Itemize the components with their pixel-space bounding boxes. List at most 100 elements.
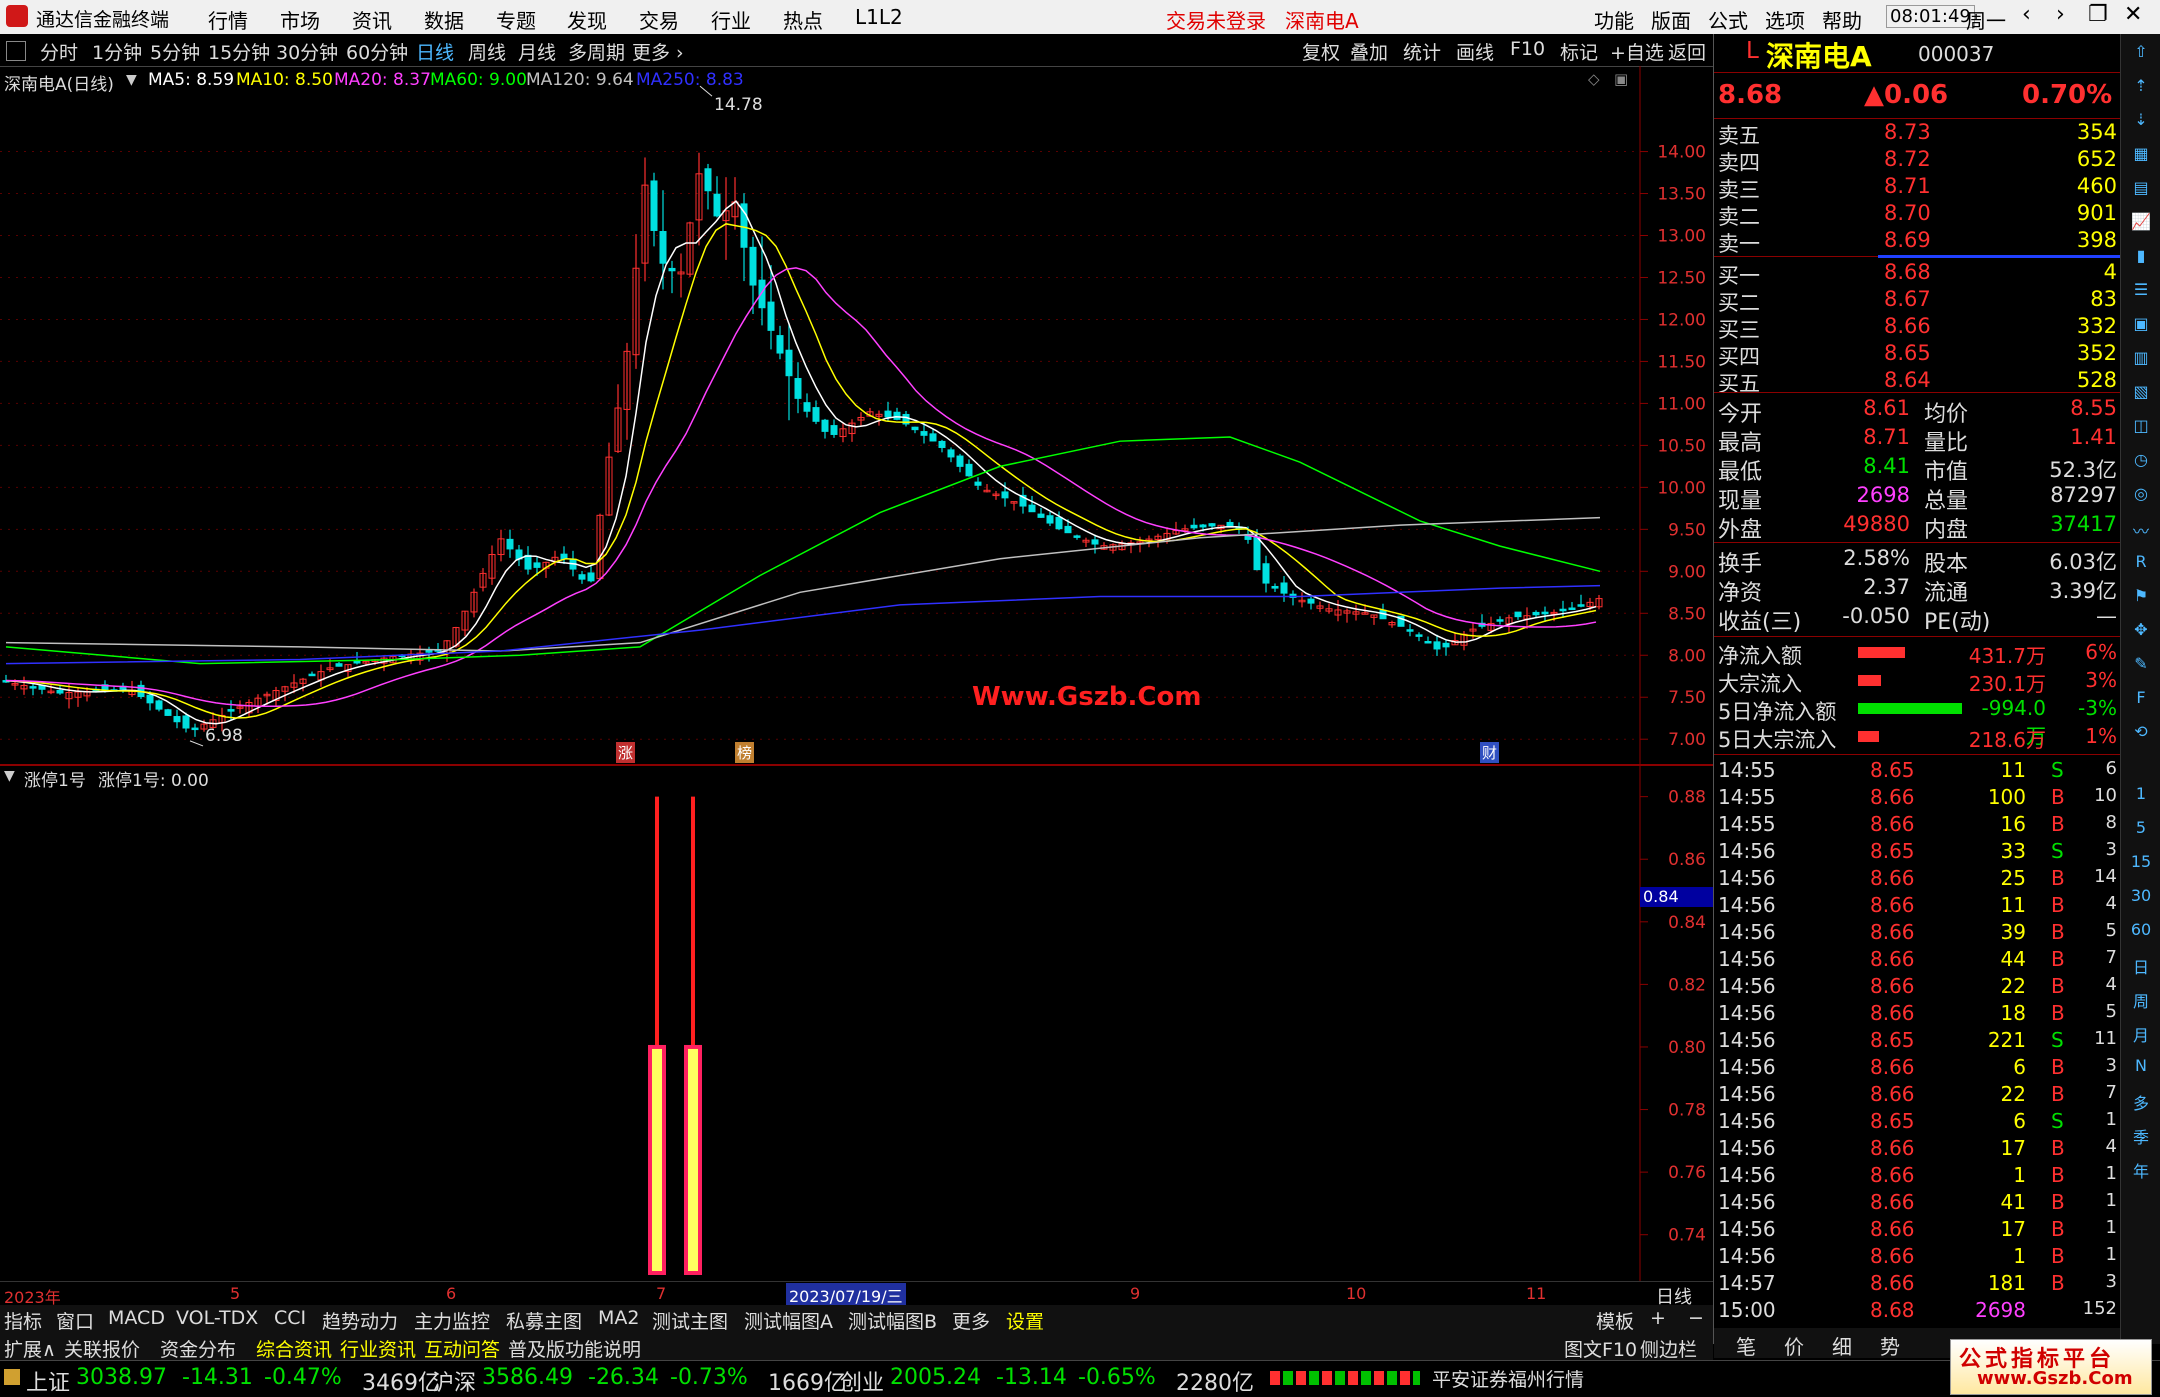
indicator-tab-9[interactable]: 测试主图 bbox=[652, 1307, 728, 1334]
menu-discover[interactable]: 发现 bbox=[567, 5, 607, 34]
extension-tab-0[interactable]: 扩展∧ bbox=[4, 1335, 56, 1362]
compass-icon[interactable]: ◎ bbox=[2129, 484, 2153, 508]
period-30min[interactable]: 30分钟 bbox=[276, 38, 338, 65]
menu-news[interactable]: 资讯 bbox=[352, 5, 392, 34]
grid-icon[interactable]: ▦ bbox=[2129, 144, 2153, 168]
extension-tab-3[interactable]: 综合资讯 bbox=[256, 1335, 332, 1362]
fs-icon[interactable]: F bbox=[2129, 688, 2153, 712]
side-period-1[interactable]: 5 bbox=[2121, 818, 2160, 837]
side-period-7[interactable]: 月 bbox=[2121, 1022, 2160, 1046]
cube-icon[interactable]: ◫ bbox=[2129, 416, 2153, 440]
side-period-3[interactable]: 30 bbox=[2121, 886, 2160, 905]
mark-button[interactable]: 标记 bbox=[1560, 38, 1598, 65]
page-icon[interactable]: ▧ bbox=[2129, 382, 2153, 406]
indicator-tab-6[interactable]: 主力监控 bbox=[414, 1307, 490, 1334]
limit-up-marker[interactable]: 涨 bbox=[616, 742, 636, 763]
arrow-down-icon[interactable]: ⇣ bbox=[2129, 110, 2153, 134]
indicator-tab-11[interactable]: 测试幅图B bbox=[848, 1307, 937, 1334]
indicator-tab-5[interactable]: 趋势动力 bbox=[322, 1307, 398, 1334]
draw-button[interactable]: 画线 bbox=[1456, 38, 1494, 65]
side-period-10[interactable]: 季 bbox=[2121, 1124, 2160, 1148]
menu-hot[interactable]: 热点 bbox=[783, 5, 823, 34]
indicator-tab-8[interactable]: MA2 bbox=[598, 1307, 639, 1329]
menu-layout[interactable]: 版面 bbox=[1651, 5, 1691, 34]
history-icon[interactable]: ⟲ bbox=[2129, 722, 2153, 746]
menu-function[interactable]: 功能 bbox=[1594, 5, 1634, 34]
period-more[interactable]: 更多 › bbox=[632, 38, 684, 65]
close-icon[interactable]: ✕ bbox=[2124, 2, 2142, 27]
side-period-8[interactable]: N bbox=[2121, 1056, 2160, 1075]
remove-tab-button[interactable]: − bbox=[1688, 1307, 1704, 1329]
kline-chart[interactable]: 14.00 13.50 13.00 12.50 12.00 11.50 11.00 10.50… bbox=[0, 66, 1713, 766]
side-period-5[interactable]: 日 bbox=[2121, 954, 2160, 978]
graphic-f10-button[interactable]: 图文F10 bbox=[1564, 1335, 1637, 1362]
period-weekly[interactable]: 周线 bbox=[468, 38, 506, 65]
status-icon[interactable] bbox=[4, 1369, 20, 1385]
overlay-button[interactable]: 叠加 bbox=[1350, 38, 1388, 65]
wave-icon[interactable]: 〰 bbox=[2129, 518, 2153, 542]
period-15min[interactable]: 15分钟 bbox=[208, 38, 270, 65]
side-period-4[interactable]: 60 bbox=[2121, 920, 2160, 939]
clock-icon[interactable]: ◷ bbox=[2129, 450, 2153, 474]
panel-toggle-icon[interactable] bbox=[6, 41, 26, 61]
side-period-6[interactable]: 周 bbox=[2121, 988, 2160, 1012]
flag-icon[interactable]: ⚑ bbox=[2129, 586, 2153, 610]
menu-market-quotes[interactable]: 行情 bbox=[208, 5, 248, 34]
pencil-icon[interactable]: ✎ bbox=[2129, 654, 2153, 678]
return-button[interactable]: 返回 bbox=[1668, 38, 1706, 65]
add-tab-button[interactable]: + bbox=[1650, 1307, 1666, 1329]
add-favorite-button[interactable]: +自选 bbox=[1610, 38, 1664, 65]
period-intraday[interactable]: 分时 bbox=[40, 38, 78, 65]
quote-tab-2[interactable]: 细 bbox=[1832, 1331, 1852, 1360]
move-icon[interactable]: ✥ bbox=[2129, 620, 2153, 644]
restore-icon[interactable]: ❐ bbox=[2088, 2, 2108, 27]
period-daily[interactable]: 日线 bbox=[416, 38, 454, 65]
statistics-button[interactable]: 统计 bbox=[1403, 38, 1441, 65]
indicator-tab-0[interactable]: 指标 bbox=[4, 1307, 42, 1334]
indicator-tab-4[interactable]: CCI bbox=[274, 1307, 306, 1329]
table-icon[interactable]: ▤ bbox=[2129, 178, 2153, 202]
candle-icon[interactable]: ▮ bbox=[2129, 246, 2153, 270]
diamond-icon[interactable]: ◇ bbox=[1588, 70, 1600, 88]
f10-button[interactable]: F10 bbox=[1510, 38, 1545, 60]
period-1min[interactable]: 1分钟 bbox=[92, 38, 142, 65]
quote-tab-3[interactable]: 势 bbox=[1880, 1331, 1900, 1360]
menu-help[interactable]: 帮助 bbox=[1822, 5, 1862, 34]
indicator-tab-7[interactable]: 私募主图 bbox=[506, 1307, 582, 1334]
indicator-tab-12[interactable]: 更多 bbox=[952, 1307, 990, 1334]
indicator-tab-13[interactable]: 设置 bbox=[1006, 1307, 1044, 1334]
extension-tab-5[interactable]: 互动问答 bbox=[424, 1335, 500, 1362]
rsi-icon[interactable]: R bbox=[2129, 552, 2153, 576]
arrow-up-icon[interactable]: ⇧ bbox=[2129, 42, 2153, 66]
login-status[interactable]: 交易未登录 bbox=[1166, 5, 1266, 34]
fin-icon[interactable]: ▣ bbox=[2129, 314, 2153, 338]
quote-tab-1[interactable]: 价 bbox=[1784, 1331, 1804, 1360]
indicator-tab-3[interactable]: VOL-TDX bbox=[176, 1307, 258, 1329]
side-period-11[interactable]: 年 bbox=[2121, 1158, 2160, 1182]
ranking-marker[interactable]: 榜 bbox=[735, 742, 755, 763]
template-button[interactable]: 模板 bbox=[1596, 1307, 1634, 1334]
menu-topics[interactable]: 专题 bbox=[496, 5, 536, 34]
period-multi[interactable]: 多周期 bbox=[568, 38, 625, 65]
quote-tab-0[interactable]: 笔 bbox=[1736, 1331, 1756, 1360]
back-icon[interactable]: ‹ bbox=[2022, 2, 2031, 27]
menu-options[interactable]: 选项 bbox=[1765, 5, 1805, 34]
tick-list[interactable]: 14:55 8.65 11 S 6 14:55 8.66 100 B 10 14:55 8.66 16 B… bbox=[1714, 754, 2121, 1322]
menu-formula[interactable]: 公式 bbox=[1708, 5, 1748, 34]
extension-tab-1[interactable]: 关联报价 bbox=[64, 1335, 140, 1362]
period-monthly[interactable]: 月线 bbox=[518, 38, 556, 65]
menu-l1l2[interactable]: L1L2 bbox=[855, 5, 903, 29]
period-60min[interactable]: 60分钟 bbox=[346, 38, 408, 65]
indicator-tab-1[interactable]: 窗口 bbox=[56, 1307, 94, 1334]
maximize-icon[interactable]: ▣ bbox=[1614, 70, 1628, 88]
menu-trade[interactable]: 交易 bbox=[639, 5, 679, 34]
indicator-chart[interactable]: 0.88 0.86 0.84 0.82 0.80 0.78 0.76 0.74 bbox=[0, 766, 1713, 1281]
list-icon[interactable]: ☰ bbox=[2129, 280, 2153, 304]
forward-icon[interactable]: › bbox=[2056, 2, 2065, 27]
side-period-2[interactable]: 15 bbox=[2121, 852, 2160, 871]
extension-tab-4[interactable]: 行业资讯 bbox=[340, 1335, 416, 1362]
period-5min[interactable]: 5分钟 bbox=[150, 38, 200, 65]
arrow-up-small-icon[interactable]: ⇡ bbox=[2129, 76, 2153, 100]
extension-tab-6[interactable]: 普及版功能说明 bbox=[508, 1335, 641, 1362]
menu-data[interactable]: 数据 bbox=[424, 5, 464, 34]
